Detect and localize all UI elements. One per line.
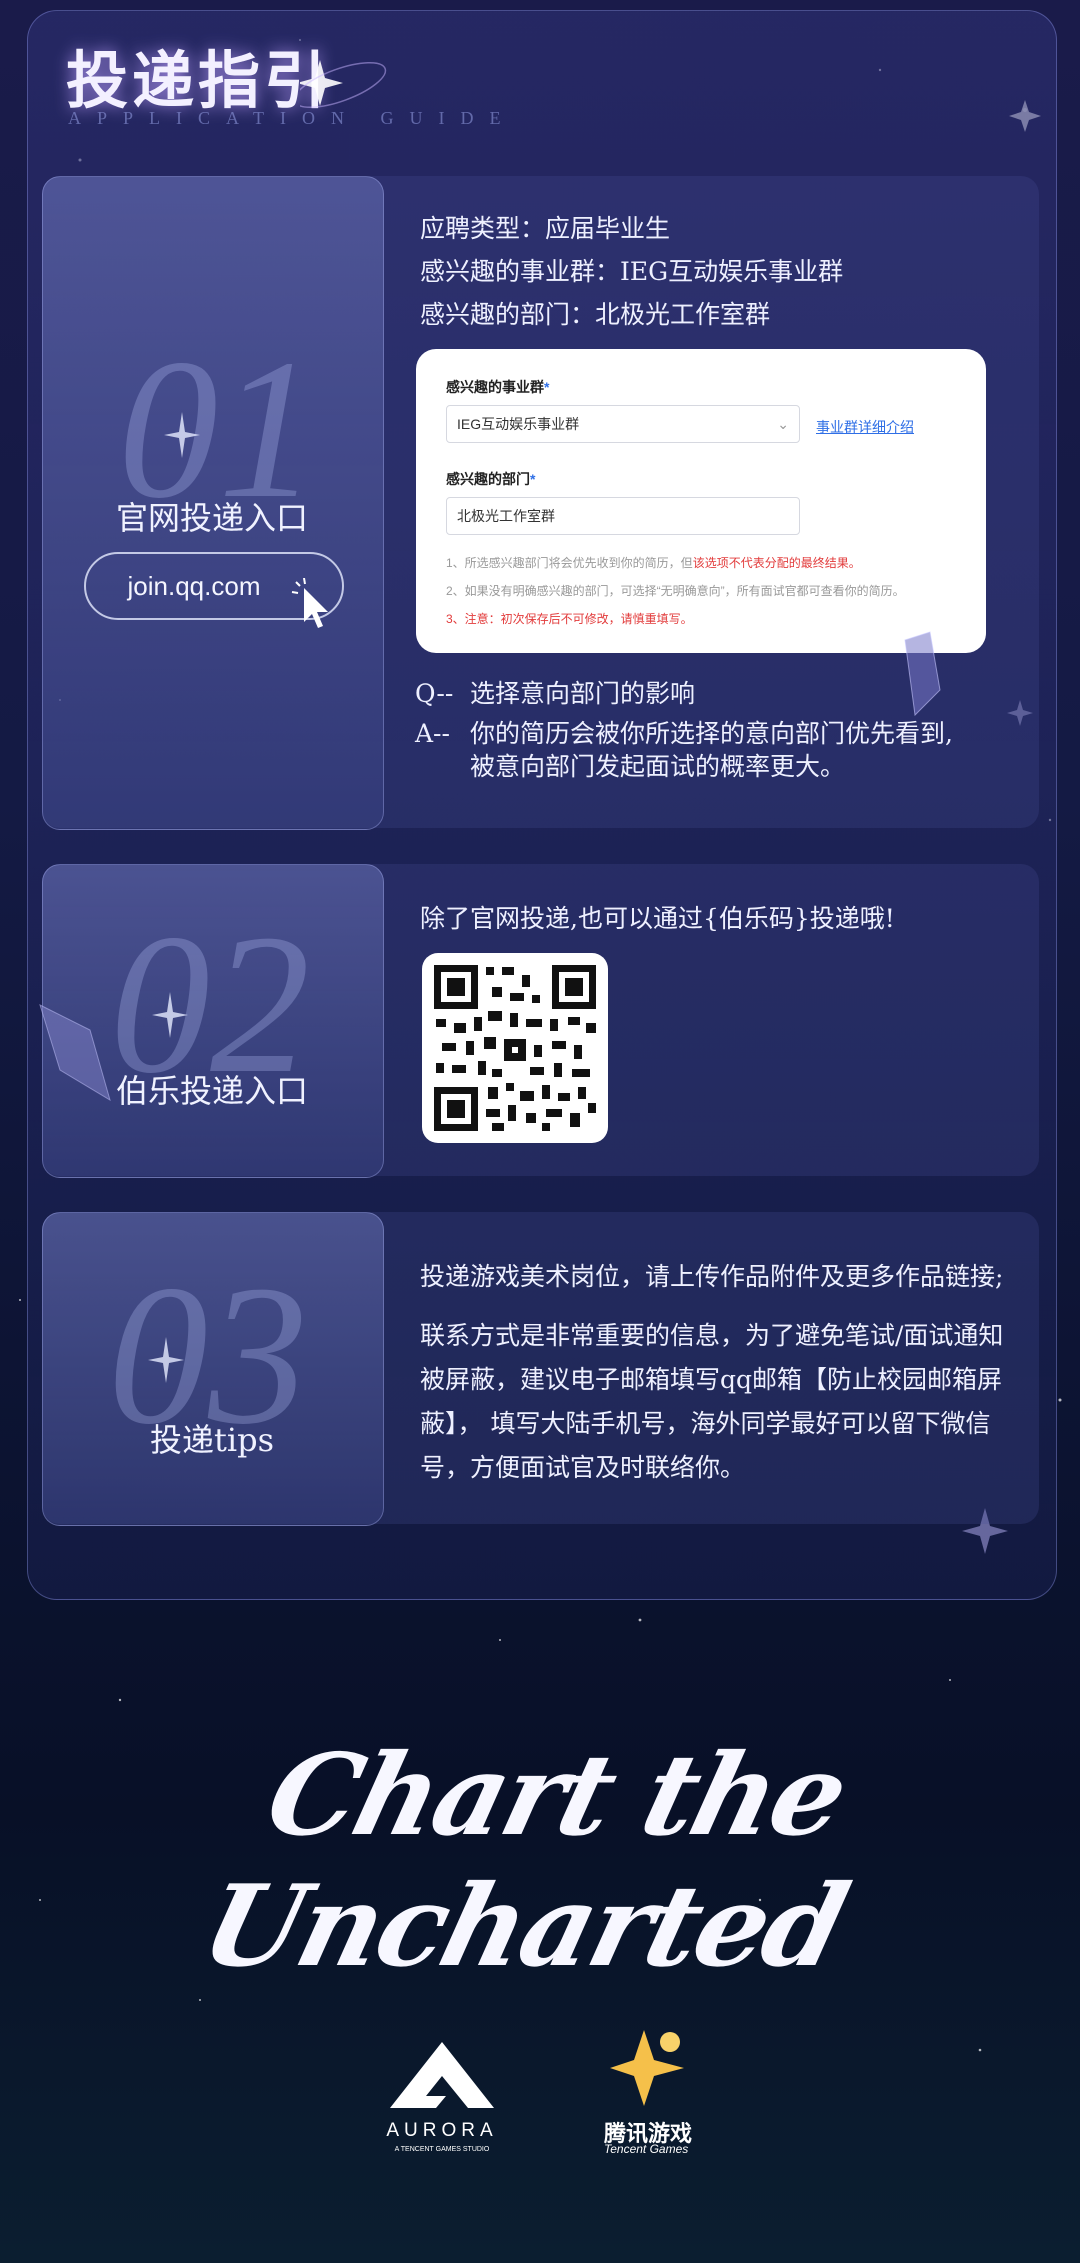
- chevron-down-icon: ⌄: [777, 416, 789, 432]
- form-note-1: 1、所选感兴趣部门将会优先收到你的简历，但该选项不代表分配的最终结果。: [446, 556, 861, 570]
- group-select[interactable]: IEG互动娱乐事业群 ⌄: [446, 405, 800, 443]
- department-line: 感兴趣的部门：北极光工作室群: [420, 300, 771, 329]
- section-02-label: 伯乐投递入口: [115, 1072, 308, 1110]
- a-text-line-2: 被意向部门发起面试的概率更大。: [470, 752, 846, 781]
- page-title: 投递指引: [66, 44, 331, 117]
- dept-field-label: 感兴趣的部门*: [446, 471, 536, 487]
- tencent-games-logo-icon: [610, 2030, 684, 2106]
- qr-code[interactable]: [422, 953, 608, 1143]
- group-select-value: IEG互动娱乐事业群: [457, 416, 580, 432]
- crystal-icon: [904, 631, 941, 717]
- group-detail-link[interactable]: 事业群详细介绍: [816, 417, 914, 437]
- apply-type-line: 应聘类型：应届毕业生: [420, 214, 671, 243]
- section-03-label: 投递tips: [149, 1421, 274, 1459]
- dept-input[interactable]: 北极光工作室群: [446, 497, 800, 535]
- page-subtitle: APPLICATION GUIDE: [68, 108, 517, 128]
- form-note-3: 3、注意：初次保存后不可修改，请慎重填写。: [446, 612, 693, 626]
- tips-paragraph-1: 投递游戏美术岗位，请上传作品附件及更多作品链接;: [420, 1262, 1004, 1291]
- slogan: Chart the Uncharted: [190, 1730, 858, 1992]
- aurora-sub: A TENCENT GAMES STUDIO: [394, 2146, 490, 2153]
- q-text: 选择意向部门的影响: [470, 679, 696, 708]
- sparkle-icon: [300, 60, 387, 109]
- a-prefix: A--: [415, 719, 450, 748]
- tips-paragraph-2-line-3: 蔽】， 填写大陆手机号，海外同学最好可以留下微信: [420, 1409, 991, 1438]
- group-field-label: 感兴趣的事业群*: [446, 379, 550, 395]
- aurora-logo-icon: [390, 2042, 494, 2108]
- bole-text: 除了官网投递,也可以通过{伯乐码}投递哦!: [420, 904, 895, 933]
- tips-paragraph-2-line-4: 号，方便面试官及时联络你。: [420, 1453, 746, 1482]
- tips-paragraph-2-line-2: 被屏蔽，建议电子邮箱填写qq邮箱【防止校园邮箱屏: [420, 1365, 1003, 1394]
- section-01-label: 官网投递入口: [115, 499, 308, 537]
- sparkle-icon: [152, 992, 188, 1038]
- sparkle-icon: [164, 412, 200, 458]
- tips-paragraph-2-line-1: 联系方式是非常重要的信息，为了避免笔试/面试通知: [420, 1321, 1004, 1350]
- cursor-icon: [291, 578, 328, 628]
- qr-code-image: [434, 965, 596, 1131]
- application-form-preview: 感兴趣的事业群* IEG互动娱乐事业群 ⌄ 事业群详细介绍 感兴趣的部门* 北极…: [416, 349, 986, 653]
- tencent-games-en: Tencent Games: [604, 2142, 689, 2156]
- sparkle-icon: [148, 1337, 184, 1383]
- form-note-2: 2、如果没有明确感兴趣的部门，可选择“无明确意向”，所有面试官都可查看你的简历。: [446, 584, 905, 598]
- aurora-name: AURORA: [386, 2120, 498, 2141]
- q-prefix: Q--: [415, 679, 454, 708]
- business-group-line: 感兴趣的事业群：IEG互动娱乐事业群: [420, 257, 844, 286]
